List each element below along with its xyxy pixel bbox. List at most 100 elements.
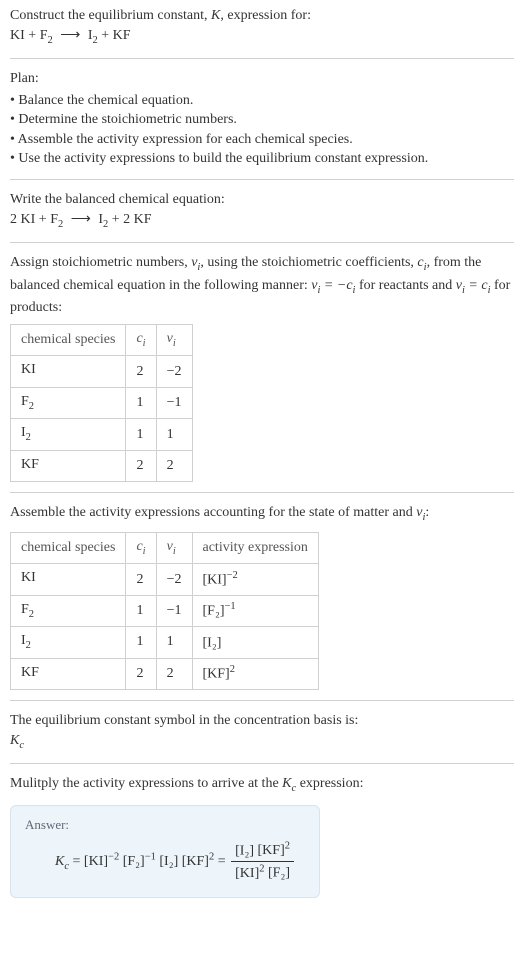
intro-text-2: , expression for: <box>220 8 311 23</box>
table-row: KF 2 2 <box>11 450 193 481</box>
c-i: ci <box>417 255 426 270</box>
fraction: [I₂] [KF]2 [KI]2 [F₂] <box>231 840 294 884</box>
answer-box: Answer: Kc = [KI]−2 [F₂]−1 [I₂] [KF]2 = … <box>10 805 320 899</box>
activity-block: Assemble the activity expressions accoun… <box>10 503 514 690</box>
kc-symbol-block: The equilibrium constant symbol in the c… <box>10 711 514 753</box>
divider <box>10 492 514 493</box>
term-F2: F2 <box>50 212 63 227</box>
intro-text-1: Construct the equilibrium constant, <box>10 8 211 23</box>
base: [I₂] <box>203 635 222 650</box>
plan-item: Assemble the activity expression for eac… <box>10 130 514 150</box>
plan-block: Plan: Balance the chemical equation. Det… <box>10 69 514 169</box>
term: [KI]2 <box>235 866 264 881</box>
activity-text: Assemble the activity expressions accoun… <box>10 503 514 525</box>
sub: i <box>143 337 146 348</box>
exp: 2 <box>259 863 264 874</box>
cell-nui: −2 <box>156 356 192 387</box>
eq: = <box>214 854 229 869</box>
cell-nui: 1 <box>156 627 192 658</box>
term-2KF: 2 KF <box>123 212 151 227</box>
kc-expression: Kc = [KI]−2 [F₂]−1 [I₂] [KF]2 = [I₂] [KF… <box>25 840 305 884</box>
rel-product: νi = ci <box>456 278 491 293</box>
plan-item: Determine the stoichiometric numbers. <box>10 110 514 130</box>
cell-ci: 2 <box>126 450 156 481</box>
table-header-row: chemical species ci νi <box>11 324 193 355</box>
term: [F₂]−1 <box>123 854 156 869</box>
plus: + <box>35 212 50 227</box>
base: [KI] <box>235 866 259 881</box>
col-ci: ci <box>126 532 156 563</box>
sub: 2 <box>29 608 34 619</box>
cell-activity: [KI]−2 <box>192 564 318 595</box>
exp: −1 <box>225 601 236 612</box>
cell-activity: [F₂]−1 <box>192 595 318 626</box>
cell-ci: 1 <box>126 387 156 418</box>
unbalanced-equation: KI + F2 ⟶ I2 + KF <box>10 26 514 48</box>
nu-i: νi <box>191 255 200 270</box>
col-nui: νi <box>156 532 192 563</box>
kc-symbol-text: The equilibrium constant symbol in the c… <box>10 711 514 731</box>
cell-nui: −1 <box>156 387 192 418</box>
term-I2: I2 <box>98 212 108 227</box>
table-row: I2 1 1 [I₂] <box>11 627 319 658</box>
plan-heading: Plan: <box>10 69 514 89</box>
divider <box>10 179 514 180</box>
K: K <box>10 733 19 748</box>
eq: = <box>69 854 84 869</box>
F-sub: 2 <box>58 218 63 229</box>
plus: + <box>98 28 113 43</box>
sp: KF <box>21 665 39 680</box>
sub: 2 <box>26 640 31 651</box>
base: [KF] <box>203 667 230 682</box>
balanced-heading: Write the balanced chemical equation: <box>10 190 514 210</box>
divider <box>10 58 514 59</box>
base: [KI] <box>84 854 108 869</box>
cell-activity: [I₂] <box>192 627 318 658</box>
term-2KI: 2 KI <box>10 212 35 227</box>
cell-ci: 1 <box>126 627 156 658</box>
arrow-icon: ⟶ <box>60 26 80 46</box>
cell-species: KF <box>11 450 126 481</box>
divider <box>10 763 514 764</box>
sp: KF <box>21 457 39 472</box>
sub: 2 <box>26 432 31 443</box>
exp: 2 <box>285 841 290 852</box>
exp: −2 <box>227 570 238 581</box>
sp: F <box>21 602 29 617</box>
cell-species: KI <box>11 564 126 595</box>
multiply-block: Mulitply the activity expressions to arr… <box>10 774 514 796</box>
cell-species: KF <box>11 658 126 689</box>
cell-nui: 2 <box>156 658 192 689</box>
F-sub: 2 <box>47 34 52 45</box>
txt: Assemble the activity expressions accoun… <box>10 505 416 520</box>
eq: = − <box>320 278 346 293</box>
table-row: I2 1 1 <box>11 419 193 450</box>
plus: + <box>108 212 123 227</box>
species-KI: KI <box>10 28 25 43</box>
exp: −2 <box>108 851 119 862</box>
K: K <box>55 854 64 869</box>
col-ci: ci <box>126 324 156 355</box>
txt: Assign stoichiometric numbers, <box>10 255 191 270</box>
table-header-row: chemical species ci νi activity expressi… <box>11 532 319 563</box>
symbol-K: K <box>211 8 220 23</box>
denominator: [KI]2 [F₂] <box>231 862 294 883</box>
intro-block: Construct the equilibrium constant, K, e… <box>10 6 514 48</box>
kc: Kc <box>55 854 69 869</box>
sub: 2 <box>29 400 34 411</box>
cell-nui: 2 <box>156 450 192 481</box>
cell-ci: 2 <box>126 658 156 689</box>
cell-species: I2 <box>11 627 126 658</box>
answer-label: Answer: <box>25 816 305 834</box>
cell-nui: 1 <box>156 419 192 450</box>
col-nui: νi <box>156 324 192 355</box>
cell-ci: 1 <box>126 595 156 626</box>
table-row: KI 2 −2 <box>11 356 193 387</box>
txt: Mulitply the activity expressions to arr… <box>10 776 282 791</box>
divider <box>10 700 514 701</box>
cell-ci: 1 <box>126 419 156 450</box>
stoich-table: chemical species ci νi KI 2 −2 F2 1 −1 I… <box>10 324 193 482</box>
table-row: KF 2 2 [KF]2 <box>11 658 319 689</box>
kc-symbol: Kc <box>10 731 514 753</box>
base: [F₂] <box>203 604 225 619</box>
